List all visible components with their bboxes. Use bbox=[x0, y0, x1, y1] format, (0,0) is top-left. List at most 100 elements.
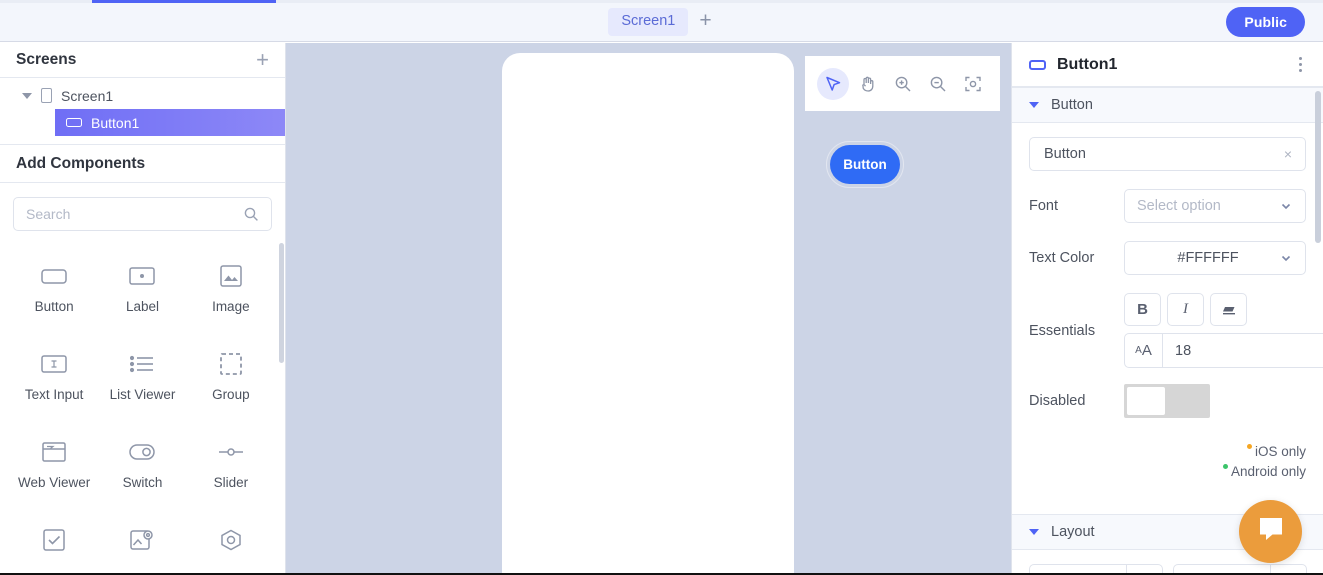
font-size-field[interactable]: AA bbox=[1124, 333, 1323, 368]
disabled-label: Disabled bbox=[1029, 393, 1086, 409]
component-map[interactable] bbox=[98, 513, 186, 575]
button-text-field[interactable]: × bbox=[1029, 137, 1306, 171]
component-label: Text Input bbox=[24, 387, 84, 402]
format-button-group: B I bbox=[1124, 293, 1323, 326]
component-label: Slider bbox=[213, 475, 249, 490]
component-group[interactable]: Group bbox=[187, 337, 275, 425]
zoom-in-tool[interactable] bbox=[887, 68, 919, 100]
add-components-header: Add Components bbox=[0, 145, 285, 183]
font-select[interactable]: Select option bbox=[1124, 189, 1306, 223]
add-screen-tab-button[interactable]: + bbox=[696, 10, 714, 34]
app-root: Screen1 + Public Screens + Screen1 Butto… bbox=[0, 0, 1323, 575]
component-checkbox[interactable] bbox=[10, 513, 98, 575]
tree-item-button1[interactable]: Button1 bbox=[55, 109, 285, 136]
component-label: Image bbox=[212, 299, 250, 314]
tab-screen1[interactable]: Screen1 bbox=[608, 7, 689, 37]
switch-icon bbox=[129, 439, 156, 465]
font-label: Font bbox=[1029, 198, 1059, 214]
chevron-down-icon bbox=[1279, 199, 1293, 213]
chat-widget-button[interactable] bbox=[1239, 500, 1302, 563]
component-hexagon[interactable] bbox=[187, 513, 275, 575]
android-dot-icon bbox=[1222, 463, 1228, 469]
top-bar: Screen1 + Public bbox=[0, 3, 1323, 42]
canvas-toolbar bbox=[805, 56, 1000, 111]
add-screen-icon[interactable]: + bbox=[256, 49, 269, 71]
component-button[interactable]: Button bbox=[10, 249, 98, 337]
component-name: Button1 bbox=[1057, 55, 1118, 73]
group-icon bbox=[219, 351, 242, 377]
tree-item-screen1[interactable]: Screen1 bbox=[0, 82, 285, 109]
label-icon bbox=[129, 263, 156, 289]
component-switch[interactable]: Switch bbox=[98, 425, 186, 513]
component-grid: Button Label Image Text Input List Viewe… bbox=[0, 241, 285, 575]
essentials-row: Essentials B I AA bbox=[1029, 293, 1323, 368]
properties-scrollbar[interactable] bbox=[1315, 91, 1321, 243]
left-sidebar: Screens + Screen1 Button1 Add Components bbox=[0, 43, 286, 575]
component-list-viewer[interactable]: List Viewer bbox=[98, 337, 186, 425]
text-color-row: Text Color #FFFFFF bbox=[1029, 241, 1306, 275]
select-tool[interactable] bbox=[816, 67, 849, 100]
screens-title: Screens bbox=[16, 51, 77, 68]
pan-tool[interactable] bbox=[852, 68, 884, 100]
button-text-input[interactable] bbox=[1044, 146, 1281, 162]
button-icon bbox=[1029, 59, 1046, 70]
font-row: Font Select option bbox=[1029, 189, 1306, 223]
component-label[interactable]: Label bbox=[98, 249, 186, 337]
essentials-label: Essentials bbox=[1029, 322, 1096, 339]
italic-button[interactable]: I bbox=[1167, 293, 1204, 326]
tree-item-label: Screen1 bbox=[61, 87, 114, 104]
component-label: Group bbox=[212, 387, 250, 402]
section-label: Button bbox=[1051, 97, 1093, 113]
properties-body: × Font Select option Text Color #FFFFFF bbox=[1012, 123, 1323, 418]
properties-panel: Button1 Button × Font Select option bbox=[1011, 43, 1323, 575]
chevron-down-icon[interactable] bbox=[22, 92, 32, 99]
platform-legend: iOS only Android only bbox=[1012, 436, 1323, 481]
section-header-button[interactable]: Button bbox=[1012, 87, 1323, 123]
checkbox-icon bbox=[43, 527, 65, 553]
chevron-down-icon bbox=[1029, 529, 1039, 535]
more-options-icon[interactable] bbox=[1295, 53, 1306, 76]
disabled-row: Disabled bbox=[1029, 384, 1306, 418]
list-icon bbox=[130, 351, 154, 377]
tree-item-label: Button1 bbox=[91, 114, 140, 131]
component-slider[interactable]: Slider bbox=[187, 425, 275, 513]
component-search-wrapper bbox=[0, 183, 285, 241]
zoom-out-tool[interactable] bbox=[922, 68, 954, 100]
button-icon bbox=[66, 118, 82, 127]
component-label: Button bbox=[34, 299, 74, 314]
canvas-button-element[interactable]: Button bbox=[826, 141, 904, 188]
chat-bubble-icon bbox=[1256, 514, 1286, 549]
add-components-title: Add Components bbox=[16, 154, 146, 172]
component-image[interactable]: Image bbox=[187, 249, 275, 337]
legend-label: iOS only bbox=[1254, 444, 1306, 459]
disabled-toggle[interactable] bbox=[1124, 384, 1210, 418]
sidebar-scrollbar[interactable] bbox=[279, 243, 284, 363]
fit-screen-tool[interactable] bbox=[957, 68, 989, 100]
web-viewer-icon bbox=[42, 439, 66, 465]
public-button[interactable]: Public bbox=[1226, 7, 1305, 37]
text-color-value: #FFFFFF bbox=[1177, 250, 1239, 266]
font-size-input[interactable] bbox=[1163, 334, 1323, 367]
component-text-input[interactable]: Text Input bbox=[10, 337, 98, 425]
button-icon bbox=[41, 263, 67, 289]
design-canvas[interactable]: Button bbox=[286, 43, 1011, 575]
image-icon bbox=[220, 263, 242, 289]
component-web-viewer[interactable]: Web Viewer bbox=[10, 425, 98, 513]
component-label: Switch bbox=[122, 475, 163, 490]
component-label: Label bbox=[125, 299, 160, 314]
ios-dot-icon bbox=[1246, 444, 1252, 449]
search-input[interactable] bbox=[26, 206, 243, 222]
clear-icon[interactable]: × bbox=[1281, 146, 1295, 162]
screens-panel-header: Screens + bbox=[0, 43, 285, 78]
legend-android: Android only bbox=[1029, 462, 1306, 482]
slider-icon bbox=[218, 439, 244, 465]
text-input-icon bbox=[41, 351, 67, 377]
screen-tabs: Screen1 + bbox=[608, 7, 714, 37]
bold-button[interactable]: B bbox=[1124, 293, 1161, 326]
text-color-select[interactable]: #FFFFFF bbox=[1124, 241, 1306, 275]
legend-ios: iOS only bbox=[1029, 442, 1306, 462]
underline-button[interactable] bbox=[1210, 293, 1247, 326]
component-search-box[interactable] bbox=[13, 197, 272, 231]
toggle-knob bbox=[1127, 387, 1165, 415]
component-label: Web Viewer bbox=[18, 475, 91, 490]
